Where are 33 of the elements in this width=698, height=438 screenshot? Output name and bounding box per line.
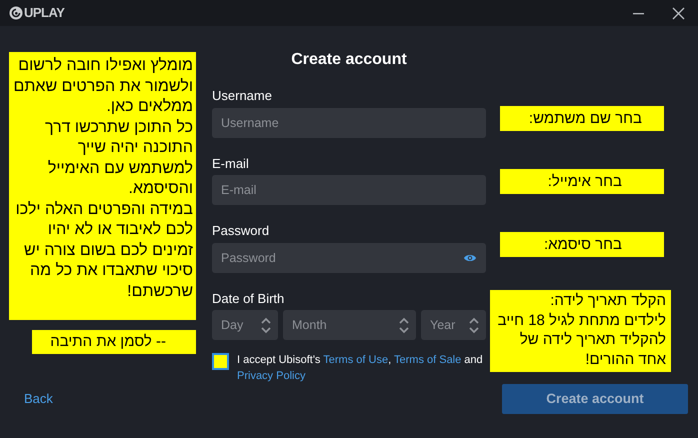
field-label: E-mail — [212, 154, 249, 172]
field-label: Date of Birth — [212, 290, 284, 308]
terms-link[interactable]: Privacy Policy — [237, 370, 306, 382]
password-field[interactable]: Password — [212, 242, 486, 272]
annotation-text: -- לסמן את התיבה — [49, 332, 166, 352]
input-field[interactable]: E-mail — [212, 175, 486, 205]
field-label: Password — [212, 222, 270, 240]
annotation-text: כל התוכן שתרכשו דרך התוכנה יהיה שייך למשתמש עם האימייל והסיסמא. — [44, 118, 193, 199]
checkbox[interactable] — [212, 353, 229, 370]
terms-text: I accept Ubisoft's Terms of Use, Terms of Sale and Privacy Policy — [237, 353, 483, 384]
updown-chevron-icon — [397, 316, 411, 334]
logo-icon — [9, 6, 23, 20]
annotation-text: בחר אימייל: — [546, 172, 622, 192]
field-label: Username — [212, 87, 272, 105]
annotation-text: לילדים מתחת לגיל 18 חייב להקליד תאריך לידה של אחד ההורים! — [496, 310, 666, 369]
terms-link[interactable]: Terms of Sale — [394, 354, 462, 366]
updown-chevron-icon — [467, 316, 481, 334]
back-link[interactable]: Back — [24, 389, 53, 409]
annotation-text: במידה והפרטים האלה ילכו לכם לאיבוד או לא יהיו זמינים לכם בשום צורה יש סיכוי שתאבדו את כל מה שרכשתם! — [14, 200, 193, 302]
date-select[interactable]: Month — [283, 310, 416, 340]
date-select[interactable]: Year — [421, 310, 486, 340]
annotation-text: הקלד תאריך לידה: — [549, 291, 666, 310]
form-title: Create account — [290, 50, 408, 70]
input-field[interactable]: Username — [212, 108, 486, 138]
date-select[interactable]: Day — [212, 310, 278, 340]
updown-chevron-icon — [259, 316, 273, 334]
terms-link[interactable]: Terms of Use — [323, 354, 388, 366]
close-icon — [672, 6, 684, 20]
annotation-text: מומלץ ואפילו חובה לרשום ולשמור את הפרטים שאתם ממלאים כאן. — [12, 56, 193, 117]
create-account-button[interactable]: Create account — [502, 384, 688, 414]
app-title: UPLAY — [24, 4, 64, 22]
annotation-text: בחר שם משתמש: — [528, 109, 642, 129]
annotation-text: בחר סיסמא: — [542, 235, 622, 255]
